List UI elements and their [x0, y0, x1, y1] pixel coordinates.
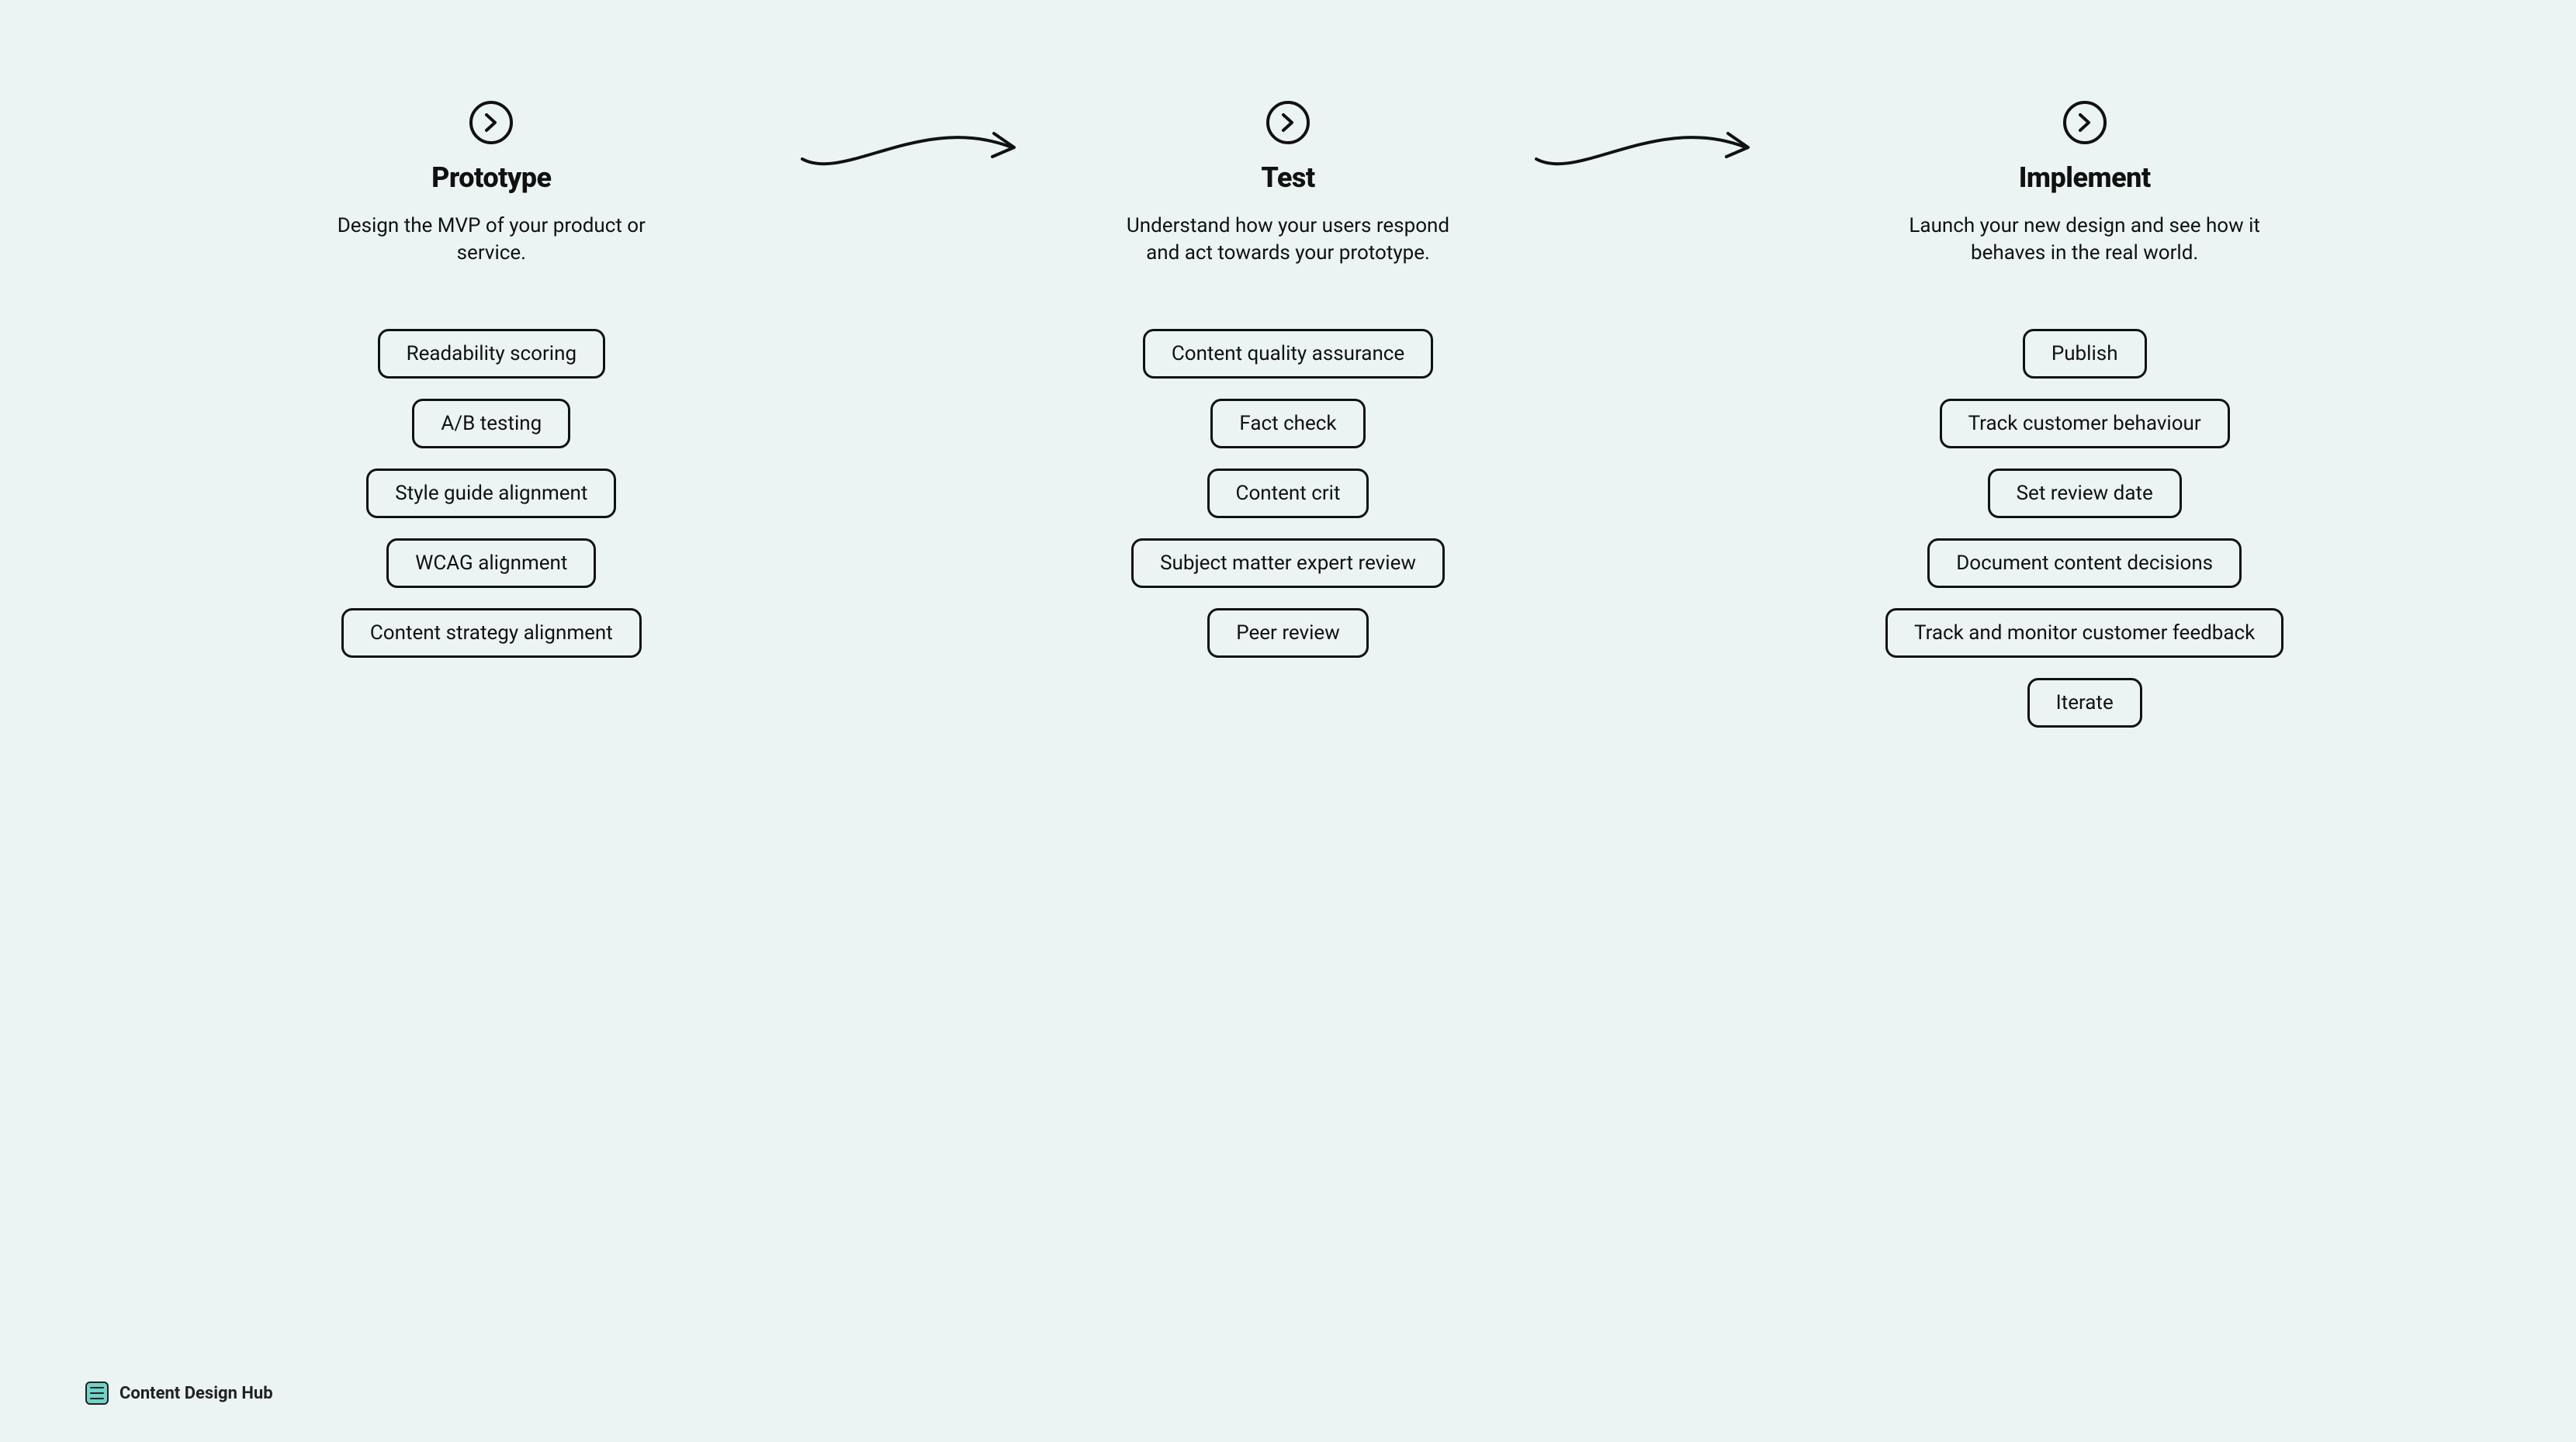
pill-item: A/B testing [412, 399, 570, 448]
pill-item: Subject matter expert review [1131, 538, 1445, 588]
pill-item: Content crit [1207, 469, 1369, 518]
pill-item: Set review date [1988, 469, 2182, 518]
brand-name: Content Design Hub [119, 1384, 273, 1403]
column-title: Prototype [431, 161, 551, 194]
chevron-right-icon [2063, 101, 2107, 144]
pill-item: Iterate [2027, 678, 2142, 728]
pill-item: Content quality assurance [1143, 329, 1433, 379]
column-description: Design the MVP of your product or servic… [313, 213, 670, 267]
pill-item: Peer review [1207, 608, 1369, 658]
column-title: Implement [2019, 161, 2151, 194]
pill-item: Track and monitor customer feedback [1885, 608, 2283, 658]
chevron-right-icon [469, 101, 513, 144]
pill-list: Publish Track customer behaviour Set rev… [1702, 329, 2467, 728]
pill-item: Fact check [1210, 399, 1365, 448]
pill-item: Readability scoring [378, 329, 606, 379]
pill-list: Readability scoring A/B testing Style gu… [109, 329, 874, 658]
diagram-stage: Prototype Design the MVP of your product… [0, 0, 2576, 883]
brand-footer: Content Design Hub [85, 1381, 273, 1405]
brand-icon [85, 1381, 109, 1405]
pill-item: Content strategy alignment [341, 608, 642, 658]
column-description: Launch your new design and see how it be… [1906, 213, 2263, 267]
pill-item: Track customer behaviour [1940, 399, 2230, 448]
pill-item: WCAG alignment [386, 538, 596, 588]
pill-list: Content quality assurance Fact check Con… [905, 329, 1671, 658]
column-prototype: Prototype Design the MVP of your product… [109, 101, 874, 728]
pill-item: Publish [2023, 329, 2147, 379]
column-description: Understand how your users respond and ac… [1110, 213, 1466, 267]
chevron-right-icon [1266, 101, 1310, 144]
pill-item: Style guide alignment [366, 469, 616, 518]
pill-item: Document content decisions [1927, 538, 2242, 588]
column-implement: Implement Launch your new design and see… [1702, 101, 2467, 728]
column-title: Test [1261, 161, 1314, 194]
column-test: Test Understand how your users respond a… [905, 101, 1671, 728]
